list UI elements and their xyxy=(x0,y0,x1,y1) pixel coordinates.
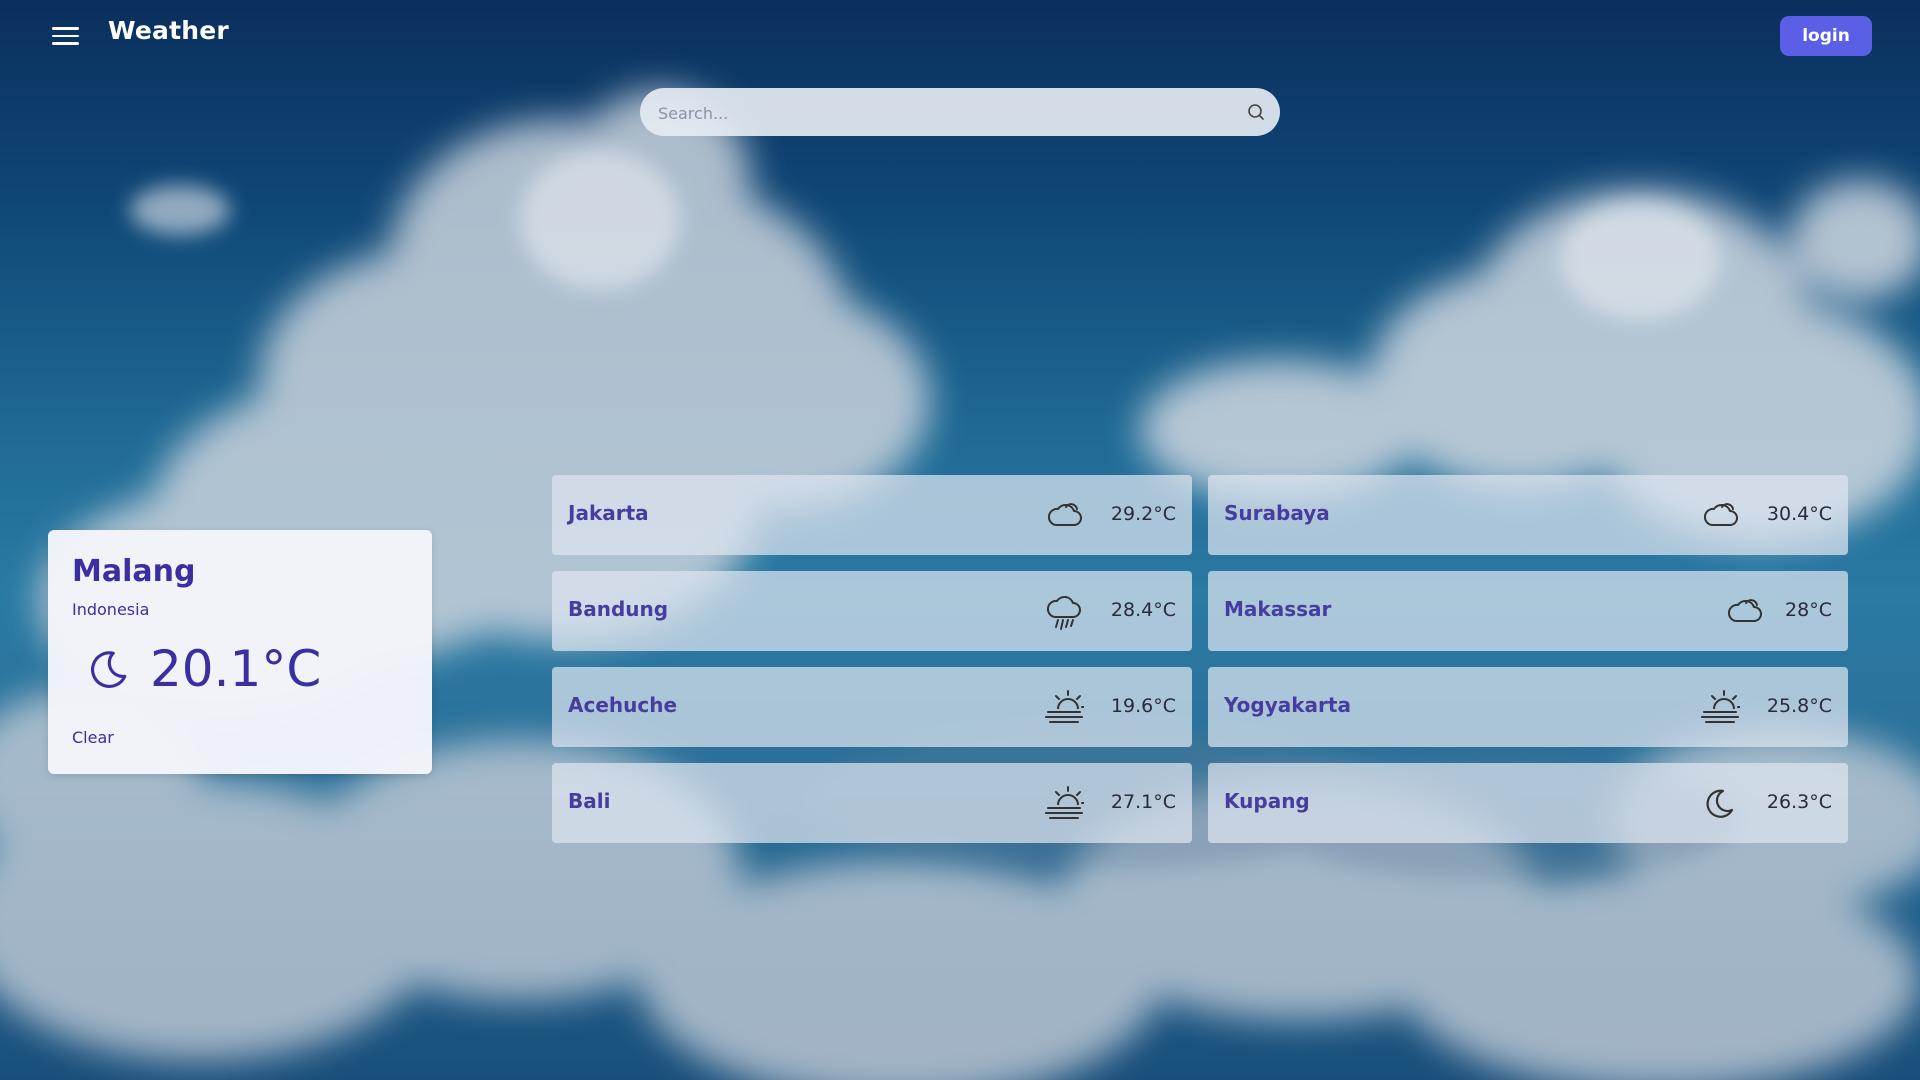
hamburger-menu-icon[interactable] xyxy=(52,26,79,46)
city-temperature: 29.2°C xyxy=(1110,503,1176,525)
city-temperature: 30.4°C xyxy=(1766,503,1832,525)
city-card[interactable]: Makassar 28°C xyxy=(1208,571,1848,651)
current-condition: Clear xyxy=(72,728,114,747)
city-temperature: 25.8°C xyxy=(1766,695,1832,717)
city-card[interactable]: Acehuche 19.6°C xyxy=(552,667,1192,747)
sun-haze-icon xyxy=(1045,690,1084,723)
city-card[interactable]: Surabaya 30.4°C xyxy=(1208,475,1848,555)
city-temperature: 19.6°C xyxy=(1110,695,1176,717)
cloud-rain-icon xyxy=(1046,596,1081,630)
search-icon[interactable] xyxy=(1246,102,1266,122)
city-name: Kupang xyxy=(1224,789,1310,813)
cloud-icon xyxy=(1703,503,1738,526)
city-name: Bali xyxy=(568,789,611,813)
moon-icon xyxy=(90,651,127,688)
cloud-icon xyxy=(1727,599,1762,622)
city-card[interactable]: Kupang 26.3°C xyxy=(1208,763,1848,843)
current-city-name: Malang xyxy=(72,554,196,589)
current-temperature: 20.1°C xyxy=(150,640,322,698)
city-name: Yogyakarta xyxy=(1224,693,1351,717)
current-country: Indonesia xyxy=(72,600,150,619)
city-name: Acehuche xyxy=(568,693,678,717)
login-button[interactable]: login xyxy=(1780,16,1872,56)
city-card[interactable]: Bandung 28.4°C xyxy=(552,571,1192,651)
top-bar: Weather login xyxy=(0,0,1920,70)
city-temperature: 28.4°C xyxy=(1110,599,1176,621)
current-weather-card: Malang Indonesia 20.1°C Clear xyxy=(48,530,432,774)
city-name: Surabaya xyxy=(1224,501,1330,525)
search-bar xyxy=(640,88,1280,138)
city-name: Bandung xyxy=(568,597,669,621)
cloud-icon xyxy=(1047,503,1082,526)
city-card[interactable]: Bali 27.1°C xyxy=(552,763,1192,843)
city-temperature: 28°C xyxy=(1785,599,1832,621)
app-title: Weather xyxy=(108,16,229,45)
city-temperature: 27.1°C xyxy=(1110,791,1176,813)
sun-haze-icon xyxy=(1701,690,1740,723)
city-name: Jakarta xyxy=(568,501,649,525)
city-card[interactable]: Yogyakarta 25.8°C xyxy=(1208,667,1848,747)
search-input[interactable] xyxy=(656,88,1230,138)
moon-icon xyxy=(1706,789,1734,818)
city-name: Makassar xyxy=(1224,597,1332,621)
city-temperature: 26.3°C xyxy=(1766,791,1832,813)
city-card[interactable]: Jakarta 29.2°C xyxy=(552,475,1192,555)
sun-haze-icon xyxy=(1045,786,1084,819)
